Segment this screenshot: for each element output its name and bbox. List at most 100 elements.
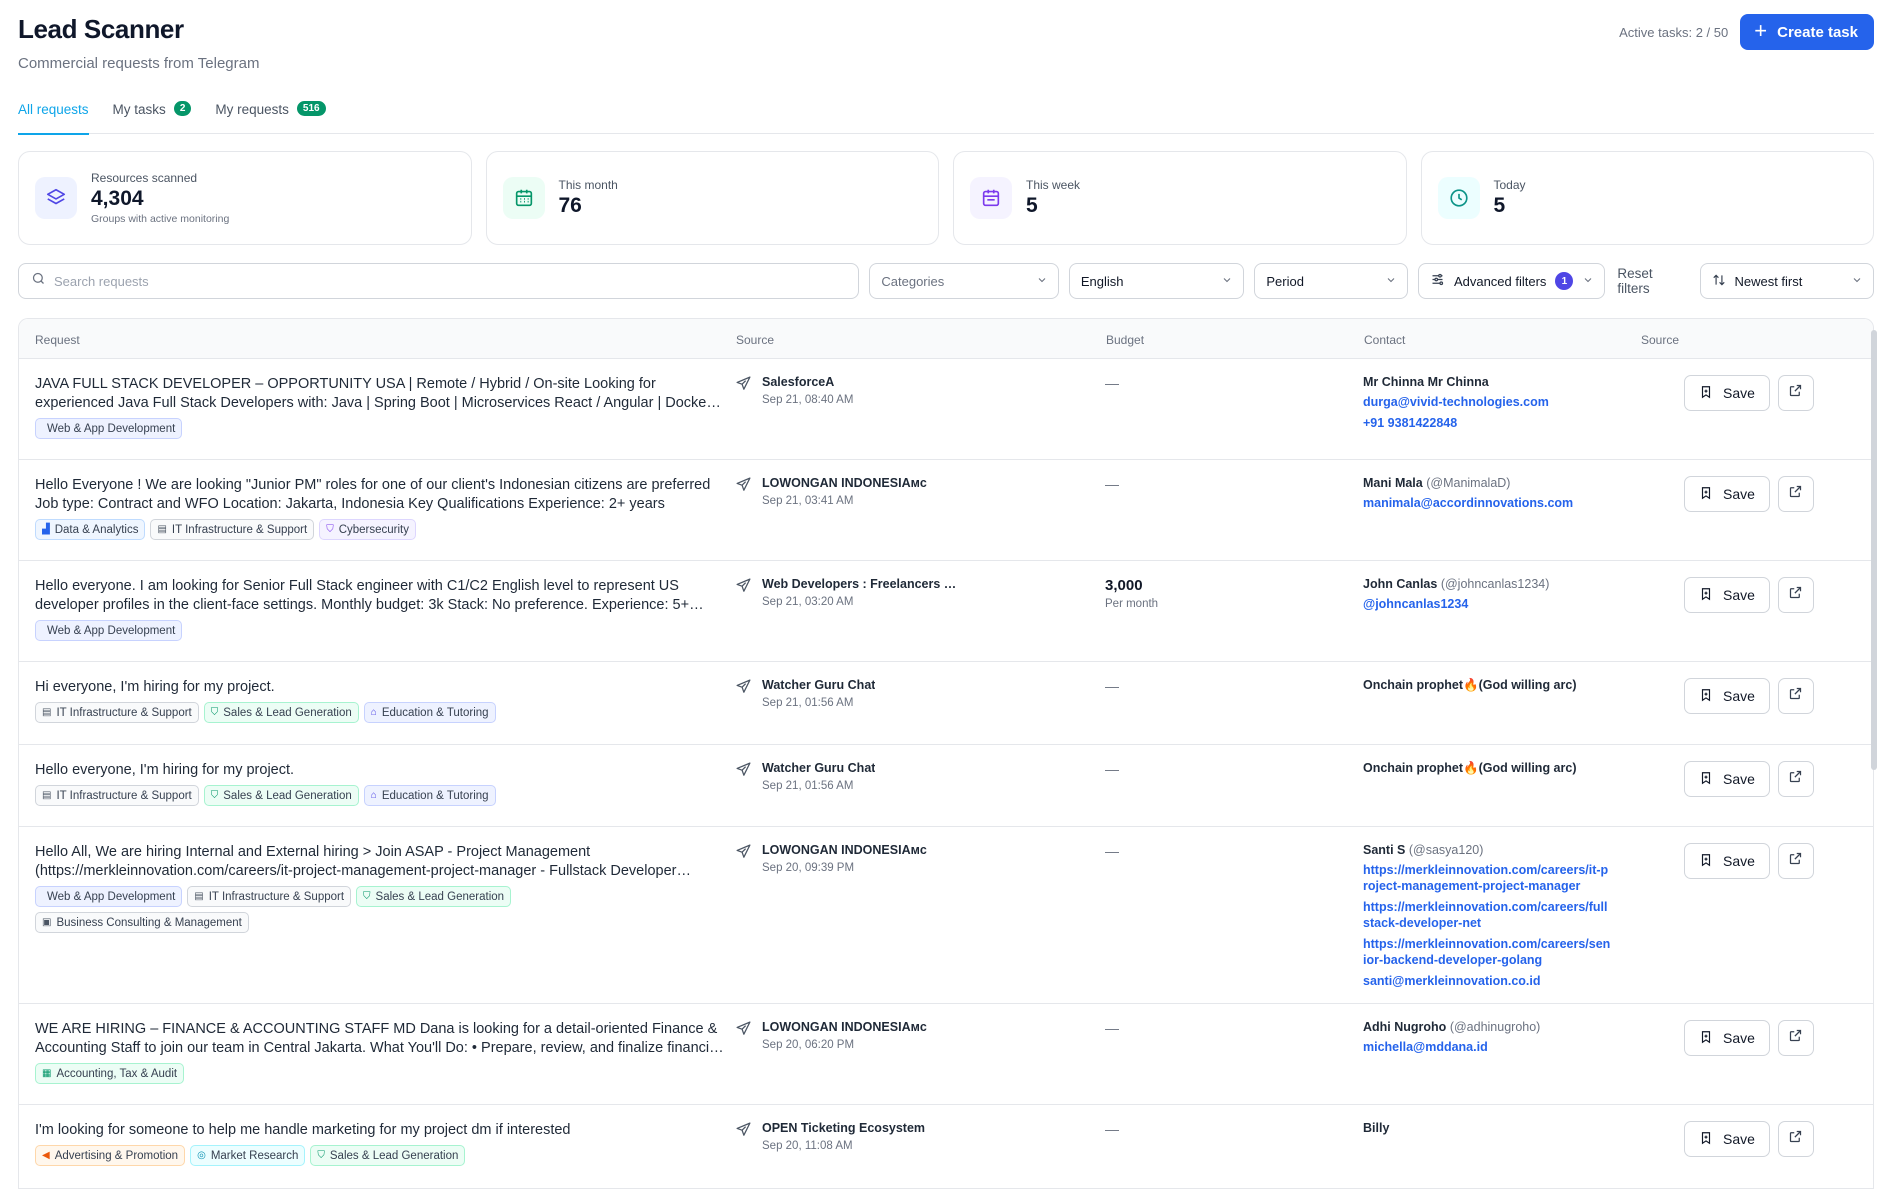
briefcase-icon: ▣ [42, 917, 52, 928]
contact-cell: Onchain prophet🔥(God willing arc) [1363, 761, 1613, 776]
open-external-button[interactable] [1777, 678, 1814, 714]
category-tag[interactable]: ▣ Business Consulting & Management [35, 912, 249, 933]
category-tag[interactable]: ▤ IT Infrastructure & Support [35, 702, 199, 723]
open-external-button[interactable] [1777, 577, 1814, 613]
request-text[interactable]: Hello everyone. I am looking for Senior … [35, 577, 725, 615]
table-row[interactable]: Hello everyone, I'm hiring for my projec… [19, 745, 1873, 827]
open-external-button[interactable] [1777, 476, 1814, 512]
page-title: Lead Scanner [18, 14, 184, 44]
table-row[interactable]: WE ARE HIRING – FINANCE & ACCOUNTING STA… [19, 1004, 1873, 1105]
source-name[interactable]: LOWONGAN INDONESIAᴍᴄ [762, 476, 927, 490]
save-button[interactable]: Save [1684, 577, 1770, 613]
telegram-send-icon [735, 1020, 752, 1051]
table-row[interactable]: I'm looking for someone to help me handl… [19, 1105, 1873, 1189]
source-name[interactable]: LOWONGAN INDONESIAᴍᴄ [762, 1020, 927, 1034]
contact-link[interactable]: https://merkleinnovation.com/careers/it-… [1363, 862, 1613, 894]
save-button[interactable]: Save [1684, 476, 1770, 512]
page-header: Lead Scanner Commercial requests from Te… [18, 14, 1874, 74]
category-tags: ▤ IT Infrastructure & Support ⛉ Sales & … [35, 785, 585, 806]
chart-icon: ▟ [42, 524, 50, 535]
category-tag[interactable]: ⛉ Cybersecurity [319, 519, 416, 540]
category-tag[interactable]: ⛉ Sales & Lead Generation [310, 1145, 466, 1166]
contact-link[interactable]: manimala@accordinnovations.com [1363, 495, 1613, 511]
source-cell: LOWONGAN INDONESIAᴍᴄ Sep 20, 06:20 PM [735, 1020, 995, 1051]
categories-select[interactable]: Categories [869, 263, 1059, 299]
request-text[interactable]: Hi everyone, I'm hiring for my project. [35, 678, 725, 697]
table-row[interactable]: Hello everyone. I am looking for Senior … [19, 561, 1873, 662]
source-name[interactable]: SalesforceA [762, 375, 853, 389]
category-tag[interactable]: ⛉ Sales & Lead Generation [356, 886, 512, 907]
contact-link[interactable]: @johncanlas1234 [1363, 596, 1613, 612]
save-button[interactable]: Save [1684, 843, 1770, 879]
open-external-button[interactable] [1777, 843, 1814, 879]
category-tag[interactable]: Web & App Development [35, 418, 183, 439]
table-row[interactable]: Hi everyone, I'm hiring for my project. … [19, 662, 1873, 745]
budget-cell: — [1105, 761, 1305, 777]
open-external-button[interactable] [1777, 1020, 1814, 1056]
category-tag[interactable]: ⌂ Education & Tutoring [363, 785, 496, 806]
tab-my-requests[interactable]: My requests 516 [215, 96, 326, 134]
category-tag[interactable]: ⌂ Education & Tutoring [363, 702, 496, 723]
contact-link[interactable]: +91 9381422848 [1363, 415, 1613, 431]
column-header-request: Request [35, 333, 80, 347]
save-button[interactable]: Save [1684, 761, 1770, 797]
contact-link[interactable]: durga@vivid-technologies.com [1363, 394, 1613, 410]
category-tag[interactable]: ▤ IT Infrastructure & Support [150, 519, 315, 540]
contact-link[interactable]: michella@mddana.id [1363, 1039, 1613, 1055]
category-tag[interactable]: ▟ Data & Analytics [35, 519, 146, 540]
source-name[interactable]: Watcher Guru Chat [762, 678, 875, 692]
category-tag[interactable]: ▤ IT Infrastructure & Support [35, 785, 199, 806]
scrollbar[interactable] [1871, 330, 1877, 770]
contact-link[interactable]: https://merkleinnovation.com/careers/ful… [1363, 899, 1613, 931]
category-tag[interactable]: ▦ Accounting, Tax & Audit [35, 1063, 185, 1084]
table-row[interactable]: Hello All, We are hiring Internal and Ex… [19, 827, 1873, 1004]
request-text[interactable]: Hello everyone, I'm hiring for my projec… [35, 761, 725, 780]
request-text[interactable]: Hello All, We are hiring Internal and Ex… [35, 843, 725, 881]
open-external-button[interactable] [1777, 761, 1814, 797]
table-row[interactable]: JAVA FULL STACK DEVELOPER – OPPORTUNITY … [19, 359, 1873, 460]
contact-link[interactable]: santi@merkleinnovation.co.id [1363, 973, 1613, 989]
search-input[interactable] [54, 273, 847, 289]
category-tag[interactable]: ⛉ Sales & Lead Generation [203, 785, 359, 806]
source-name[interactable]: OPEN Ticketing Ecosystem [762, 1121, 925, 1135]
contact-cell: Billy [1363, 1121, 1613, 1135]
calculator-icon: ▦ [42, 1068, 52, 1079]
source-name[interactable]: Watcher Guru Chat [762, 761, 875, 775]
source-cell: Watcher Guru Chat Sep 21, 01:56 AM [735, 678, 995, 709]
save-button[interactable]: Save [1684, 1020, 1770, 1056]
stat-hint: Groups with active monitoring [91, 213, 230, 225]
category-tag[interactable]: ◀ Advertising & Promotion [35, 1145, 186, 1166]
advanced-filters-button[interactable]: Advanced filters 1 [1417, 263, 1606, 299]
save-button[interactable]: Save [1684, 375, 1770, 411]
period-select[interactable]: Period [1254, 263, 1408, 299]
category-tag[interactable]: ▤ IT Infrastructure & Support [187, 886, 352, 907]
category-tag[interactable]: ◎ Market Research [190, 1145, 306, 1166]
source-cell: Watcher Guru Chat Sep 21, 01:56 AM [735, 761, 995, 792]
open-external-button[interactable] [1777, 1121, 1814, 1157]
request-text[interactable]: WE ARE HIRING – FINANCE & ACCOUNTING STA… [35, 1020, 725, 1058]
save-button[interactable]: Save [1684, 1121, 1770, 1157]
save-button[interactable]: Save [1684, 678, 1770, 714]
source-name[interactable]: LOWONGAN INDONESIAᴍᴄ [762, 843, 927, 857]
table-row[interactable]: Hello Everyone ! We are looking "Junior … [19, 460, 1873, 561]
category-tag[interactable]: ⛉ Sales & Lead Generation [203, 702, 359, 723]
request-text[interactable]: I'm looking for someone to help me handl… [35, 1121, 725, 1140]
tab-all-requests[interactable]: All requests [18, 96, 89, 135]
open-external-button[interactable] [1777, 375, 1814, 411]
contact-link[interactable]: https://merkleinnovation.com/careers/sen… [1363, 936, 1613, 968]
sort-select[interactable]: Newest first [1700, 263, 1874, 299]
category-tag-label: IT Infrastructure & Support [208, 890, 345, 903]
contact-name: Mr Chinna Mr Chinna [1363, 375, 1613, 389]
request-text[interactable]: Hello Everyone ! We are looking "Junior … [35, 476, 725, 514]
source-cell: Web Developers : Freelancers … Sep 21, 0… [735, 577, 995, 608]
category-tag[interactable]: Web & App Development [35, 620, 183, 641]
language-select[interactable]: English [1068, 263, 1245, 299]
reset-filters-button[interactable]: Reset filters [1615, 266, 1690, 296]
source-cell: SalesforceA Sep 21, 08:40 AM [735, 375, 995, 406]
search-box[interactable] [18, 263, 860, 299]
source-name[interactable]: Web Developers : Freelancers … [762, 577, 956, 591]
tab-my-tasks[interactable]: My tasks 2 [113, 96, 192, 134]
request-text[interactable]: JAVA FULL STACK DEVELOPER – OPPORTUNITY … [35, 375, 725, 413]
create-task-button[interactable]: + Create task [1740, 14, 1874, 50]
category-tag[interactable]: Web & App Development [35, 886, 183, 907]
